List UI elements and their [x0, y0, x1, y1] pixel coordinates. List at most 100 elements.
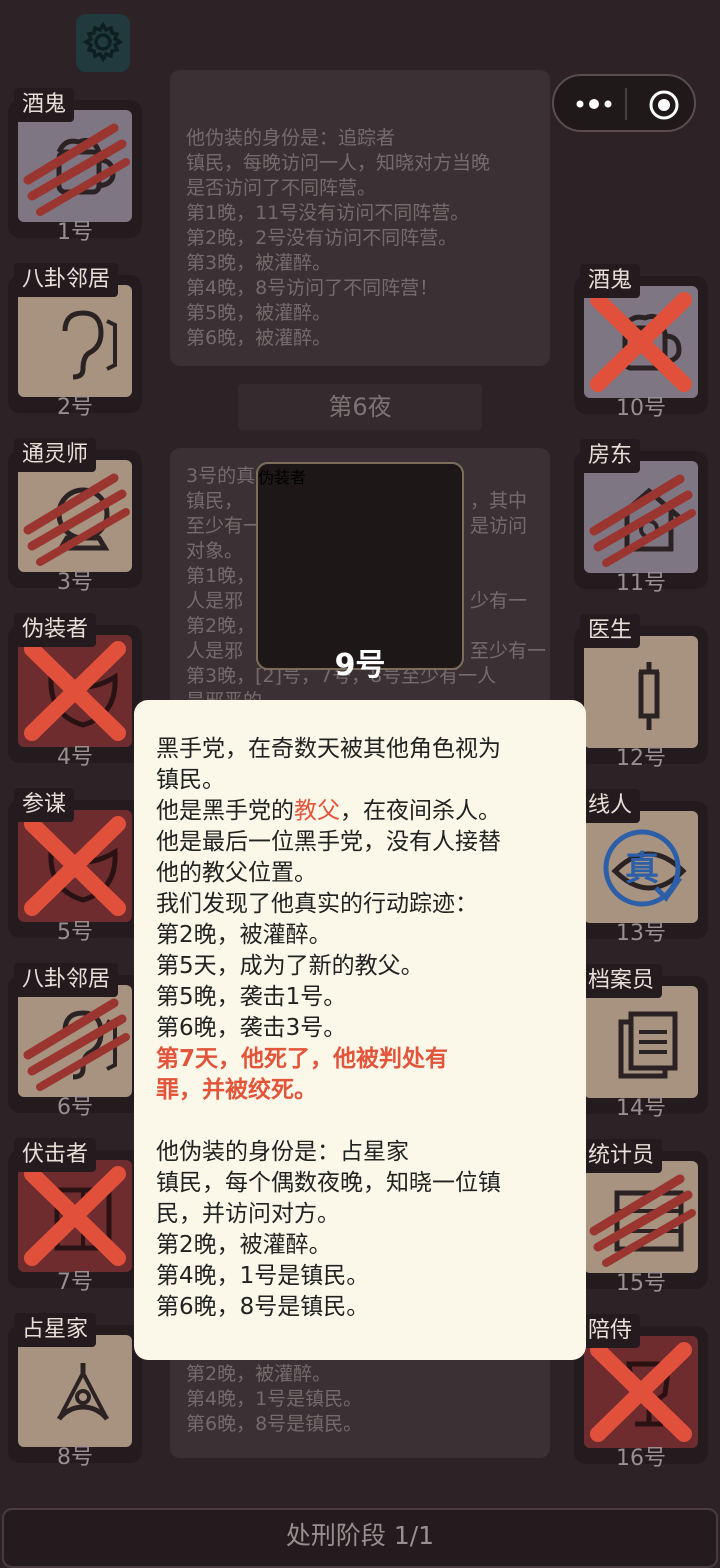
log-line: 第5晚，被灌醉。 — [186, 302, 332, 324]
player-card[interactable]: 伏击者 7号 — [8, 1138, 142, 1295]
mid-log-right-fragments: ，其中 是访问 少有一 至少有一 — [470, 489, 546, 664]
card-player-number: 15号 — [616, 1271, 666, 1296]
capsule-divider — [625, 88, 627, 120]
popup-line: 民，并访问对方。 — [156, 1201, 340, 1227]
log-line: 第3晚，被灌醉。 — [186, 252, 332, 274]
syringe-icon — [638, 662, 660, 730]
x-mark-icon — [24, 1166, 126, 1266]
stamp-text: 真 — [625, 849, 659, 889]
player-card[interactable]: 八卦邻居 2号 — [8, 263, 142, 420]
log-line: 第4晚，8号访问了不同阵营！ — [186, 277, 439, 299]
card-player-number: 1号 — [57, 220, 93, 245]
player-card[interactable]: 医生 12号 — [574, 614, 708, 771]
popup-line: 第6晚，袭击3号。 — [156, 1015, 347, 1041]
player-card[interactable]: 酒鬼 1号 — [8, 88, 142, 245]
player-card[interactable]: 档案员 14号 — [574, 964, 708, 1121]
card-portrait — [584, 1161, 698, 1273]
center-card-number: 9号 — [334, 648, 386, 683]
claw-mark-icon — [23, 998, 130, 1091]
x-mark-icon — [24, 816, 126, 916]
popup-highlight-role: 教父 — [294, 798, 340, 824]
player-card[interactable]: 陪侍 16号 — [574, 1314, 708, 1471]
card-role-label: 陪侍 — [580, 1314, 641, 1348]
card-player-number: 2号 — [57, 395, 93, 420]
card-role-label: 伏击者 — [14, 1138, 97, 1172]
ear-icon — [62, 310, 117, 380]
card-portrait — [18, 285, 132, 397]
card-role-label: 通灵师 — [14, 438, 97, 472]
gear-icon — [82, 21, 124, 63]
top-log-lines: 他伪装的身份是：追踪者 镇民，每晚访问一人，知晓对方当晚 是否访问了不同阵营。 … — [186, 126, 534, 351]
more-icon[interactable] — [572, 90, 616, 118]
log-line: 是否访问了不同阵营。 — [186, 177, 377, 199]
claw-mark-icon — [589, 1174, 696, 1267]
card-role-label: 八卦邻居 — [14, 963, 119, 997]
card-role-label: 八卦邻居 — [14, 263, 119, 297]
phase-bar: 处刑阶段 1/1 — [2, 1508, 718, 1568]
player-card[interactable]: 通灵师 3号 — [8, 438, 142, 595]
popup-line: 第5晚，袭击1号。 — [156, 984, 347, 1010]
card-portrait — [18, 110, 132, 222]
popup-death-line: 罪，并被绞死。 — [156, 1077, 317, 1103]
card-portrait — [584, 1336, 698, 1448]
popup-line: 镇民。 — [156, 767, 225, 793]
role-detail-popup[interactable]: 黑手党，在奇数天被其他角色视为 镇民。 他是黑手党的教父，在夜间杀人。 他是最后… — [134, 700, 586, 1360]
card-portrait — [584, 461, 698, 573]
card-portrait — [18, 985, 132, 1097]
card-player-number: 12号 — [616, 746, 666, 771]
card-role-label: 占星家 — [14, 1313, 97, 1347]
log-line: 镇民，每晚访问一人，知晓对方当晚 — [186, 152, 491, 174]
log-fragment: 至少有一 — [470, 640, 547, 662]
card-portrait — [18, 1160, 132, 1272]
popup-spacer — [156, 1106, 566, 1137]
popup-text: ，在夜间杀人。 — [340, 798, 501, 824]
popup-line: 他的教父位置。 — [156, 860, 317, 886]
log-fragment: 是访问 — [470, 515, 528, 537]
popup-line: 我们发现了他真实的行动踪迹： — [156, 891, 478, 917]
popup-line: 镇民，每个偶数夜晚，知晓一位镇 — [156, 1170, 501, 1196]
x-mark-icon — [590, 292, 692, 392]
log-line: 他伪装的身份是：追踪者 — [186, 127, 396, 149]
popup-line: 第2晚，被灌醉。 — [156, 1232, 332, 1258]
card-player-number: 16号 — [616, 1446, 666, 1471]
card-player-number: 10号 — [616, 396, 666, 421]
x-mark-icon — [590, 1342, 692, 1442]
verified-stamp-icon: 真 — [603, 829, 683, 907]
log-line: 第2晚，被灌醉。 — [186, 1363, 332, 1385]
popup-line: 他伪装的身份是：占星家 — [156, 1139, 409, 1165]
card-role-label: 参谋 — [14, 788, 75, 822]
popup-line: 第6晚，8号是镇民。 — [156, 1294, 370, 1320]
card-player-number: 11号 — [616, 571, 666, 596]
card-portrait — [584, 986, 698, 1098]
player-card[interactable]: 八卦邻居 6号 — [8, 963, 142, 1120]
log-fragment: 少有一 — [470, 590, 528, 612]
settings-button[interactable] — [76, 14, 130, 72]
card-portrait — [18, 1335, 132, 1447]
x-mark-icon — [24, 641, 126, 741]
player-card[interactable]: 伪装者 4号 — [8, 613, 142, 770]
popup-line: 第2晚，被灌醉。 — [156, 922, 332, 948]
claw-mark-icon — [23, 473, 130, 566]
log-line: 第6晚，被灌醉。 — [186, 327, 332, 349]
popup-text: 他是黑手党的 — [156, 798, 294, 824]
card-player-number: 7号 — [57, 1270, 93, 1295]
player-card[interactable]: 统计员 15号 — [574, 1139, 708, 1296]
player-card[interactable]: 参谋 5号 — [8, 788, 142, 945]
player-card[interactable]: 房东 11号 — [574, 439, 708, 596]
player-card[interactable]: 占星家 8号 — [8, 1313, 142, 1470]
card-role-label: 酒鬼 — [14, 88, 75, 122]
card-portrait — [584, 636, 698, 748]
log-fragment: ，其中 — [470, 490, 528, 512]
card-role-label: 档案员 — [580, 964, 663, 998]
popup-line: 第4晚，1号是镇民。 — [156, 1263, 370, 1289]
card-player-number: 4号 — [57, 745, 93, 770]
close-target-icon[interactable] — [648, 89, 680, 121]
log-line: 第4晚，1号是镇民。 — [186, 1388, 363, 1410]
popup-line: 黑手党，在奇数天被其他角色视为 — [156, 736, 501, 762]
card-player-number: 14号 — [616, 1096, 666, 1121]
center-card-role: 伪装者 — [256, 462, 464, 670]
card-player-number: 5号 — [57, 920, 93, 945]
player-card[interactable]: 酒鬼 10号 — [574, 264, 708, 421]
claw-mark-icon — [589, 474, 696, 567]
top-log-panel: 他伪装的身份是：追踪者 镇民，每晚访问一人，知晓对方当晚 是否访问了不同阵营。 … — [170, 70, 550, 366]
